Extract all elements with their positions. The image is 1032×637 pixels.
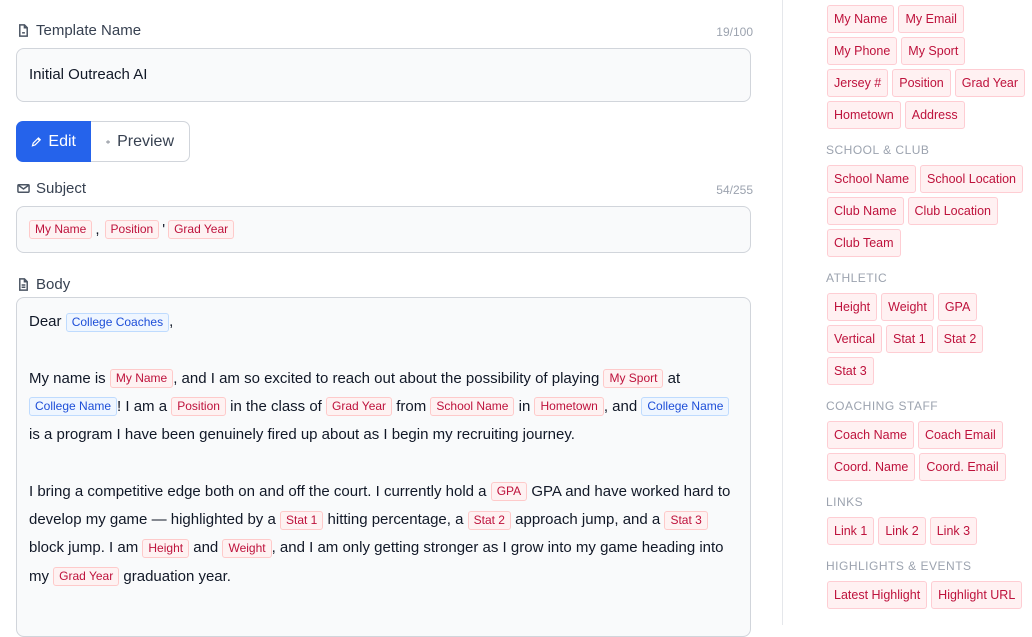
subject-separator: , — [95, 221, 100, 238]
variable-chip[interactable]: My Sport — [603, 369, 664, 389]
variable-button[interactable]: Stat 1 — [886, 325, 933, 353]
variable-button[interactable]: School Location — [920, 165, 1023, 193]
personal-variables: My Name My Email My Phone My Sport Jerse… — [808, 5, 1027, 129]
variable-chip[interactable]: College Name — [641, 397, 730, 417]
highlights-variables: Latest Highlight Highlight URL — [808, 581, 1027, 609]
section-title-athletic: ATHLETIC — [826, 271, 888, 285]
variable-chip[interactable]: School Name — [430, 397, 515, 417]
tab-preview[interactable]: Preview — [91, 121, 190, 162]
variable-button[interactable]: Link 2 — [878, 517, 926, 545]
tab-edit[interactable]: Edit — [16, 121, 91, 162]
variable-button[interactable]: Stat 2 — [936, 325, 984, 353]
school-variables: School Name School Location Club Name Cl… — [808, 165, 1027, 257]
variable-button[interactable]: Address — [904, 101, 965, 129]
variable-button[interactable]: Coach Name — [827, 421, 914, 449]
panel-divider — [782, 0, 783, 625]
subject-input[interactable]: My Name , Position ' Grad Year — [16, 206, 751, 253]
variable-button[interactable]: My Sport — [901, 37, 966, 65]
mail-icon — [17, 184, 30, 193]
pencil-icon — [31, 136, 42, 147]
subject-counter: 54/255 — [716, 183, 753, 197]
body-paragraph: I bring a competitive edge both on and o… — [29, 482, 731, 587]
variable-button[interactable]: GPA — [937, 293, 978, 321]
section-title-coaching: COACHING STAFF — [826, 399, 939, 413]
variable-chip[interactable]: Stat 1 — [279, 510, 324, 530]
document-icon — [19, 278, 28, 291]
template-editor: Template Name 19/100 Initial Outreach AI… — [0, 0, 782, 637]
variable-button[interactable]: Grad Year — [954, 69, 1026, 97]
variable-button[interactable]: Highlight URL — [931, 581, 1023, 609]
variable-chip[interactable]: College Coaches — [65, 312, 170, 332]
variable-chip[interactable]: Stat 2 — [467, 510, 511, 530]
variable-button[interactable]: My Email — [898, 5, 964, 33]
variable-button[interactable]: Position — [892, 69, 951, 97]
body-paragraph: My name is My Name, and I am so excited … — [29, 365, 738, 450]
variable-button[interactable]: Hometown — [827, 101, 901, 129]
variable-button[interactable]: My Name — [827, 5, 895, 33]
variable-chip[interactable]: Weight — [222, 538, 272, 558]
coaching-variables: Coach Name Coach Email Coord. Name Coord… — [808, 421, 1027, 481]
variable-chip[interactable]: GPA — [490, 482, 528, 502]
edit-preview-tabs: Edit Preview — [16, 121, 190, 162]
variable-chip[interactable]: Position — [104, 220, 160, 239]
variable-button[interactable]: Vertical — [827, 325, 882, 353]
body-paragraph: Dear College Coaches, — [29, 312, 174, 332]
variable-button[interactable]: Height — [827, 293, 878, 321]
variables-sidebar: My Name My Email My Phone My Sport Jerse… — [808, 0, 1032, 625]
template-name-label: Template Name — [17, 22, 141, 39]
variable-chip[interactable]: My Name — [29, 220, 93, 239]
section-title-school: SCHOOL & CLUB — [826, 143, 930, 157]
variable-button[interactable]: Link 1 — [827, 517, 875, 545]
section-title-links: LINKS — [826, 495, 864, 509]
variable-button[interactable]: Coach Email — [917, 421, 1003, 449]
subject-separator: ' — [162, 221, 166, 238]
variable-chip[interactable]: Hometown — [534, 397, 604, 417]
athletic-variables: Height Weight GPA Vertical Stat 1 Stat 2… — [808, 293, 1027, 385]
variable-button[interactable]: Club Location — [907, 197, 998, 225]
file-icon — [19, 24, 28, 37]
variable-chip[interactable]: Grad Year — [53, 567, 120, 587]
subject-label: Subject — [17, 180, 86, 197]
variable-chip[interactable]: Grad Year — [168, 220, 235, 239]
variable-button[interactable]: Stat 3 — [827, 357, 874, 385]
variable-button[interactable]: Club Team — [827, 229, 901, 257]
variable-button[interactable]: Jersey # — [827, 69, 889, 97]
variable-chip[interactable]: Stat 3 — [664, 510, 708, 530]
variable-chip[interactable]: Position — [171, 397, 226, 417]
variable-chip[interactable]: College Name — [29, 397, 118, 417]
variable-button[interactable]: Link 3 — [929, 517, 978, 545]
links-variables: Link 1 Link 2 Link 3 — [808, 517, 1027, 545]
body-editor[interactable]: Dear College Coaches, My name is My Name… — [16, 297, 751, 637]
body-label: Body — [17, 276, 70, 293]
variable-button[interactable]: My Phone — [827, 37, 898, 65]
variable-button[interactable]: School Name — [827, 165, 917, 193]
template-name-counter: 19/100 — [716, 25, 753, 39]
section-title-highlights: HIGHLIGHTS & EVENTS — [826, 559, 972, 573]
variable-button[interactable]: Club Name — [827, 197, 904, 225]
template-name-input[interactable]: Initial Outreach AI — [16, 48, 751, 102]
variable-button[interactable]: Coord. Email — [919, 453, 1006, 481]
variable-chip[interactable]: Grad Year — [326, 397, 393, 417]
variable-button[interactable]: Weight — [881, 293, 934, 321]
variable-button[interactable]: Latest Highlight — [827, 581, 928, 609]
variable-button[interactable]: Coord. Name — [827, 453, 916, 481]
variable-chip[interactable]: My Name — [109, 369, 174, 389]
variable-chip[interactable]: Height — [142, 538, 190, 558]
eye-icon — [106, 140, 111, 143]
